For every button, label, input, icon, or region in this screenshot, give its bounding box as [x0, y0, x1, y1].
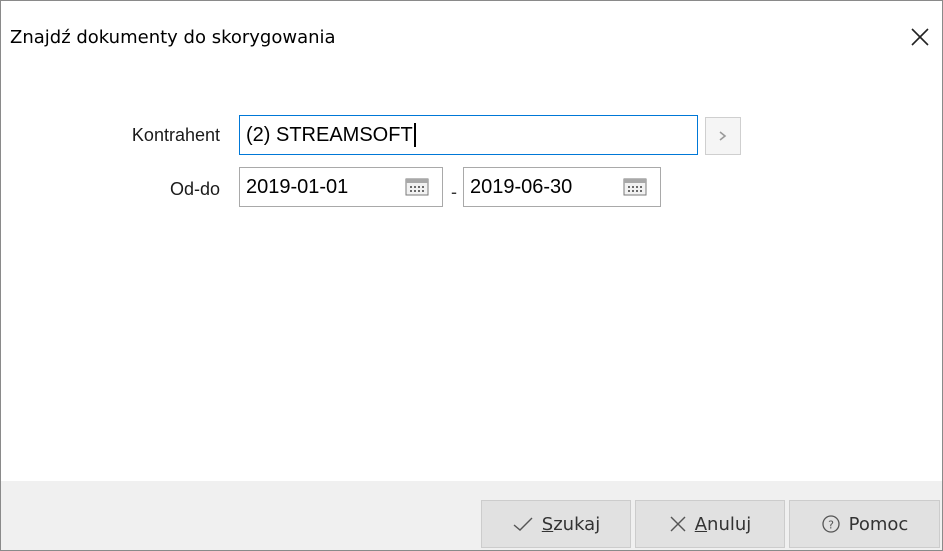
dialog-title: Znajdź dokumenty do skorygowania: [10, 27, 336, 48]
dialog-window: Znajdź dokumenty do skorygowania Kontrah…: [0, 0, 943, 551]
text-caret: [413, 123, 416, 147]
cancel-button[interactable]: Anuluj: [635, 500, 785, 548]
close-icon: [911, 28, 929, 46]
help-button[interactable]: ? Pomoc: [789, 500, 940, 548]
help-button-label: Pomoc: [848, 513, 909, 535]
search-button-label: Szukaj: [541, 513, 601, 535]
chevron-right-icon: [719, 131, 727, 141]
date-from-value: 2019-01-01: [246, 175, 349, 198]
date-from-calendar-button[interactable]: [397, 171, 437, 203]
date-to-calendar-button[interactable]: [615, 171, 655, 203]
calendar-icon: [623, 178, 647, 196]
select-kontrahent-button[interactable]: [705, 117, 741, 155]
kontrahent-value: (2) STREAMSOFT: [246, 123, 413, 146]
kontrahent-input[interactable]: (2) STREAMSOFT: [239, 115, 698, 155]
cancel-button-label: Anuluj: [694, 513, 752, 535]
svg-text:?: ?: [828, 519, 834, 532]
title-bar: Znajdź dokumenty do skorygowania: [1, 1, 942, 73]
kontrahent-label: Kontrahent: [131, 125, 220, 145]
x-icon: [670, 516, 686, 532]
search-button[interactable]: Szukaj: [481, 500, 631, 548]
calendar-icon: [405, 178, 429, 196]
oddo-label: Od-do: [169, 179, 220, 199]
check-icon: [513, 517, 533, 531]
question-circle-icon: ?: [822, 515, 840, 533]
close-button[interactable]: [898, 19, 942, 55]
date-to-value: 2019-06-30: [470, 175, 573, 198]
date-separator: -: [451, 182, 457, 202]
